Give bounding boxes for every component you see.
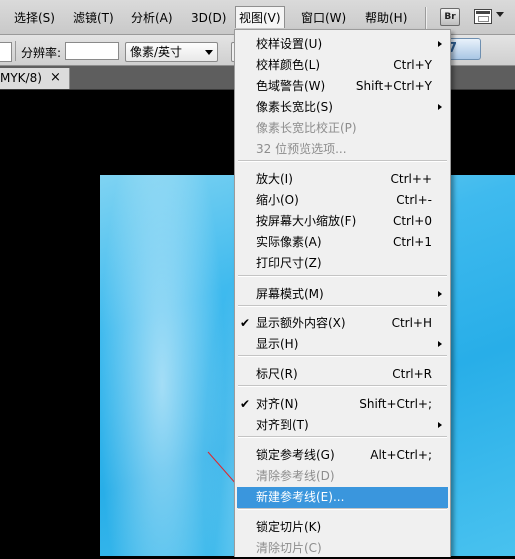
menu-item-shortcut: Ctrl+H — [391, 316, 432, 330]
menu-item-32bit-preview-options[interactable]: 32 位预览选项... — [237, 139, 448, 160]
menu-item-rulers[interactable]: 标尺(R) Ctrl+R — [237, 364, 448, 385]
menu-item-lock-guides[interactable]: 锁定参考线(G) Alt+Ctrl+; — [237, 445, 448, 466]
menu-item-lock-slices[interactable]: 锁定切片(K) — [237, 517, 448, 538]
menu-item-zoom-in[interactable]: 放大(I) Ctrl++ — [237, 169, 448, 190]
menu-item-screen-mode[interactable]: 屏幕模式(M) — [237, 284, 448, 305]
menu-separator — [238, 355, 447, 357]
submenu-arrow-icon — [438, 341, 442, 347]
menu-separator — [238, 160, 447, 162]
menu-item-label: 锁定参考线(G) — [256, 448, 335, 462]
menu-item-label: 实际像素(A) — [256, 235, 322, 249]
submenu-arrow-icon — [438, 41, 442, 47]
menu-item-pixel-aspect-ratio[interactable]: 像素长宽比(S) — [237, 97, 448, 118]
menu-item-proof-colors[interactable]: 校样颜色(L) Ctrl+Y — [237, 55, 448, 76]
checkmark-icon: ✔ — [240, 316, 251, 330]
menu-item-zoom-out[interactable]: 缩小(O) Ctrl+- — [237, 190, 448, 211]
menu-item-proof-setup[interactable]: 校样设置(U) — [237, 34, 448, 55]
menu-item-shortcut: Ctrl+- — [396, 193, 432, 207]
menu-item-label: 新建参考线(E)... — [256, 490, 345, 504]
menu-item-new-guide[interactable]: 新建参考线(E)... — [237, 487, 448, 508]
menu-item-label: 显示(H) — [256, 337, 299, 351]
menu-item-label: 显示额外内容(X) — [256, 316, 346, 330]
menu-item-label: 色域警告(W) — [256, 79, 326, 93]
menu-item-actual-pixels[interactable]: 实际像素(A) Ctrl+1 — [237, 232, 448, 253]
menu-item-shortcut: Shift+Ctrl+Y — [355, 79, 432, 93]
menu-item-shortcut: Ctrl+0 — [392, 214, 432, 228]
menu-separator — [238, 305, 447, 307]
menu-item-pixel-aspect-correction[interactable]: 像素长宽比校正(P) — [237, 118, 448, 139]
menu-item-label: 对齐到(T) — [256, 418, 309, 432]
menu-item-shortcut: Ctrl++ — [390, 172, 432, 186]
menu-item-shortcut: Ctrl+Y — [393, 58, 432, 72]
menu-item-clear-guides[interactable]: 清除参考线(D) — [237, 466, 448, 487]
menu-item-label: 按屏幕大小缩放(F) — [256, 214, 357, 228]
submenu-arrow-icon — [438, 291, 442, 297]
menu-item-label: 缩小(O) — [256, 193, 299, 207]
menu-item-print-size[interactable]: 打印尺寸(Z) — [237, 253, 448, 274]
menu-item-gamut-warning[interactable]: 色域警告(W) Shift+Ctrl+Y — [237, 76, 448, 97]
menu-item-label: 打印尺寸(Z) — [256, 256, 322, 270]
menu-item-fit-on-screen[interactable]: 按屏幕大小缩放(F) Ctrl+0 — [237, 211, 448, 232]
view-menu-dropdown: 校样设置(U) 校样颜色(L) Ctrl+Y 色域警告(W) Shift+Ctrl+Y 像… — [234, 29, 451, 557]
menu-item-label: 清除参考线(D) — [256, 469, 335, 483]
menu-item-label: 对齐(N) — [256, 397, 299, 411]
submenu-arrow-icon — [438, 104, 442, 110]
menu-item-shortcut: Ctrl+R — [392, 367, 432, 381]
menu-item-shortcut: Alt+Ctrl+; — [370, 448, 432, 462]
menu-separator — [238, 436, 447, 438]
menu-item-snap[interactable]: ✔ 对齐(N) Shift+Ctrl+; — [237, 394, 448, 415]
menu-item-shortcut: Shift+Ctrl+; — [359, 397, 432, 411]
menu-item-label: 像素长宽比(S) — [256, 100, 333, 114]
menu-item-label: 锁定切片(K) — [256, 520, 322, 534]
menu-item-label: 放大(I) — [256, 172, 293, 186]
menu-item-show[interactable]: 显示(H) — [237, 334, 448, 355]
menu-item-show-extras[interactable]: ✔ 显示额外内容(X) Ctrl+H — [237, 313, 448, 334]
menu-item-shortcut: Ctrl+1 — [392, 235, 432, 249]
menu-separator — [238, 508, 447, 510]
menu-item-label: 32 位预览选项... — [256, 142, 347, 156]
checkmark-icon: ✔ — [240, 397, 251, 411]
menu-separator — [238, 275, 447, 277]
menu-item-label: 屏幕模式(M) — [256, 287, 324, 301]
menu-item-snap-to[interactable]: 对齐到(T) — [237, 415, 448, 436]
submenu-arrow-icon — [438, 422, 442, 428]
menu-item-label: 校样颜色(L) — [256, 58, 321, 72]
menu-item-label: 像素长宽比校正(P) — [256, 121, 357, 135]
menu-item-label: 标尺(R) — [256, 367, 298, 381]
menu-item-label: 校样设置(U) — [256, 37, 323, 51]
menu-separator — [238, 385, 447, 387]
